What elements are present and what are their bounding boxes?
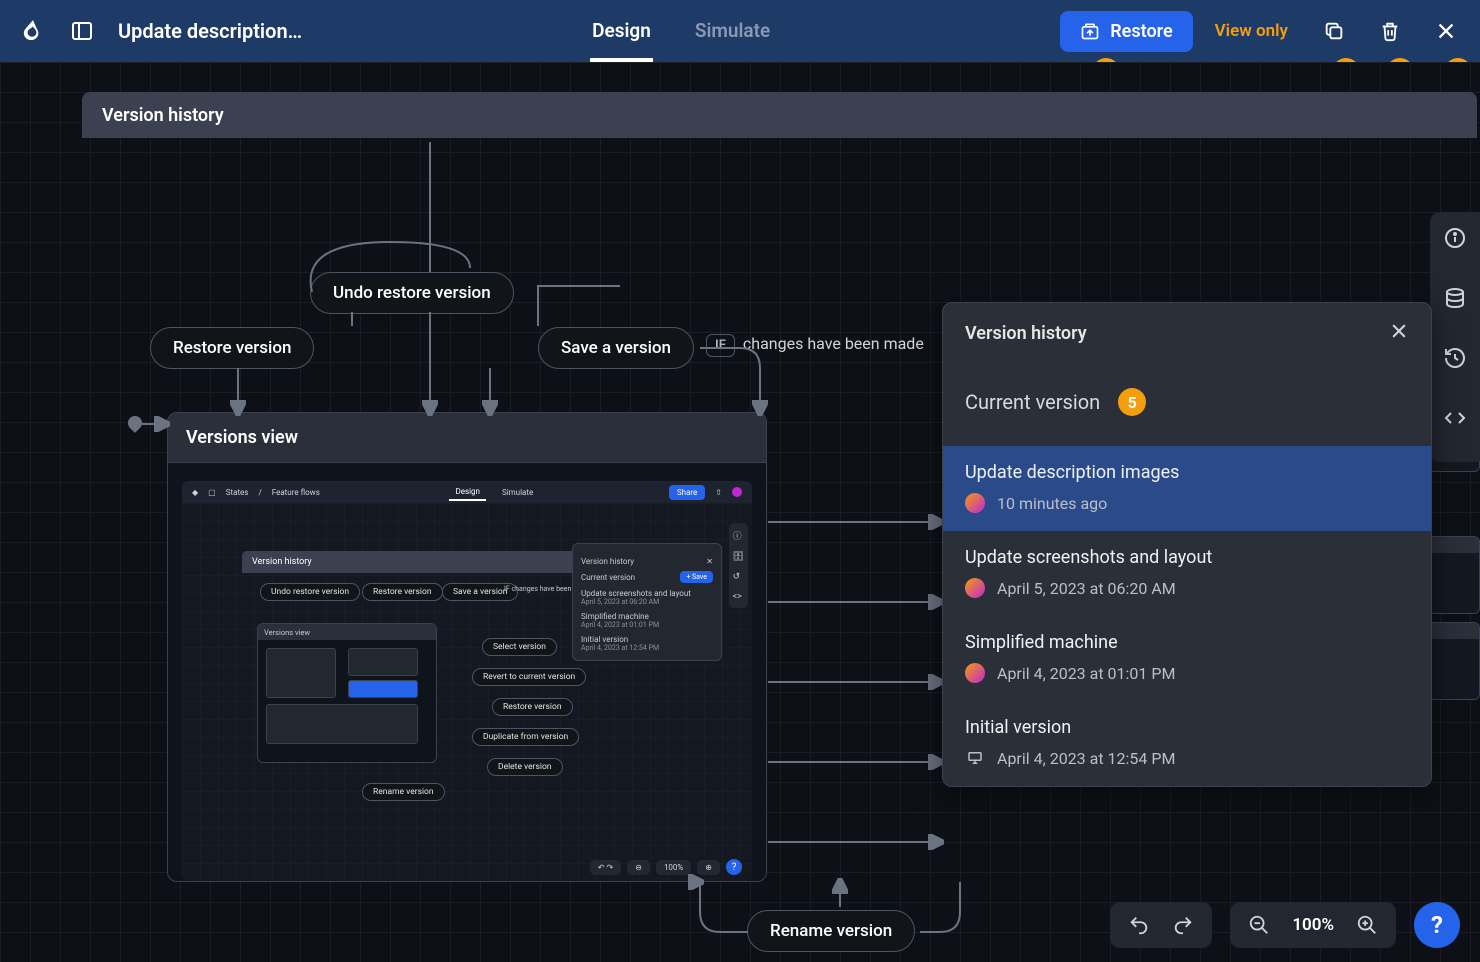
view-only-label: View only <box>1215 21 1288 41</box>
version-entry[interactable]: Update screenshots and layout April 5, 2… <box>943 531 1431 616</box>
restore-label: Restore <box>1110 21 1172 42</box>
root-state-header[interactable]: Version history <box>82 92 1477 138</box>
version-entry[interactable]: Simplified machine April 4, 2023 at 01:0… <box>943 616 1431 701</box>
current-version-label: Current version <box>965 390 1100 414</box>
sidebar-toggle-icon[interactable] <box>68 17 96 45</box>
zoom-group: 100% <box>1230 902 1396 948</box>
callout-5: 5 <box>1118 388 1146 416</box>
zoom-out-icon[interactable] <box>1248 914 1270 936</box>
topbar-actions <box>1320 17 1460 45</box>
avatar <box>965 493 985 513</box>
versions-view-thumbnail: ◆ ▢ States/Feature flows Design Simulate… <box>182 481 752 881</box>
version-entry-meta: April 4, 2023 at 12:54 PM <box>997 749 1175 768</box>
version-history-close-icon[interactable] <box>1389 321 1409 346</box>
restore-button[interactable]: Restore <box>1060 11 1192 52</box>
database-icon[interactable] <box>1443 286 1467 310</box>
redo-icon[interactable] <box>1172 914 1194 936</box>
mode-tabs: Design Simulate <box>324 1 1038 62</box>
tab-simulate[interactable]: Simulate <box>693 1 772 62</box>
code-icon[interactable] <box>1443 406 1467 430</box>
trash-icon[interactable] <box>1376 17 1404 45</box>
app-logo <box>20 18 46 44</box>
canvas[interactable]: Version history Undo restore version Res… <box>0 62 1480 962</box>
version-entry-title: Initial version <box>965 717 1409 738</box>
version-entry-title: Update screenshots and layout <box>965 547 1409 568</box>
version-entry-title: Simplified machine <box>965 632 1409 653</box>
history-icon[interactable] <box>1443 346 1467 370</box>
avatar <box>965 578 985 598</box>
topbar: Update description… Design Simulate Rest… <box>0 0 1480 62</box>
tab-design[interactable]: Design <box>590 1 653 62</box>
version-entry-title: Update description images <box>965 462 1409 483</box>
initial-state-marker <box>125 413 145 433</box>
node-save[interactable]: Save a version <box>538 327 694 369</box>
version-entry[interactable]: Initial version April 4, 2023 at 12:54 P… <box>943 701 1431 786</box>
current-version-row[interactable]: Current version 5 <box>943 364 1431 446</box>
version-entry-meta: April 4, 2023 at 01:01 PM <box>997 664 1175 683</box>
bottom-toolbar: 100% ? <box>1110 902 1460 948</box>
zoom-in-icon[interactable] <box>1356 914 1378 936</box>
info-icon[interactable] <box>1443 226 1467 250</box>
duplicate-icon[interactable] <box>1320 17 1348 45</box>
node-undo-restore[interactable]: Undo restore version <box>310 272 514 314</box>
version-entry-meta: 10 minutes ago <box>997 494 1107 513</box>
state-versions-view-header: Versions view <box>168 413 766 463</box>
undo-icon[interactable] <box>1128 914 1150 936</box>
version-entry-meta: April 5, 2023 at 06:20 AM <box>997 579 1176 598</box>
node-rename[interactable]: Rename version <box>747 910 915 952</box>
guard-text: changes have been made <box>743 334 924 353</box>
node-restore[interactable]: Restore version <box>150 327 314 369</box>
right-toolbar <box>1430 212 1480 462</box>
state-versions-view[interactable]: Versions view ◆ ▢ States/Feature flows D… <box>167 412 767 882</box>
guard-changes-made: IFchanges have been made <box>706 334 924 353</box>
help-button[interactable]: ? <box>1414 902 1460 948</box>
guard-if-badge: IF <box>706 334 735 357</box>
zoom-level[interactable]: 100% <box>1292 915 1334 935</box>
close-icon[interactable] <box>1432 17 1460 45</box>
avatar <box>965 663 985 683</box>
version-entry[interactable]: Update description images 10 minutes ago <box>943 446 1431 531</box>
system-icon <box>965 748 985 768</box>
page-title: Update description… <box>118 19 302 43</box>
version-history-title: Version history <box>965 323 1087 344</box>
version-history-panel: Version history Current version 5 Update… <box>942 302 1432 787</box>
undo-redo-group <box>1110 902 1212 948</box>
